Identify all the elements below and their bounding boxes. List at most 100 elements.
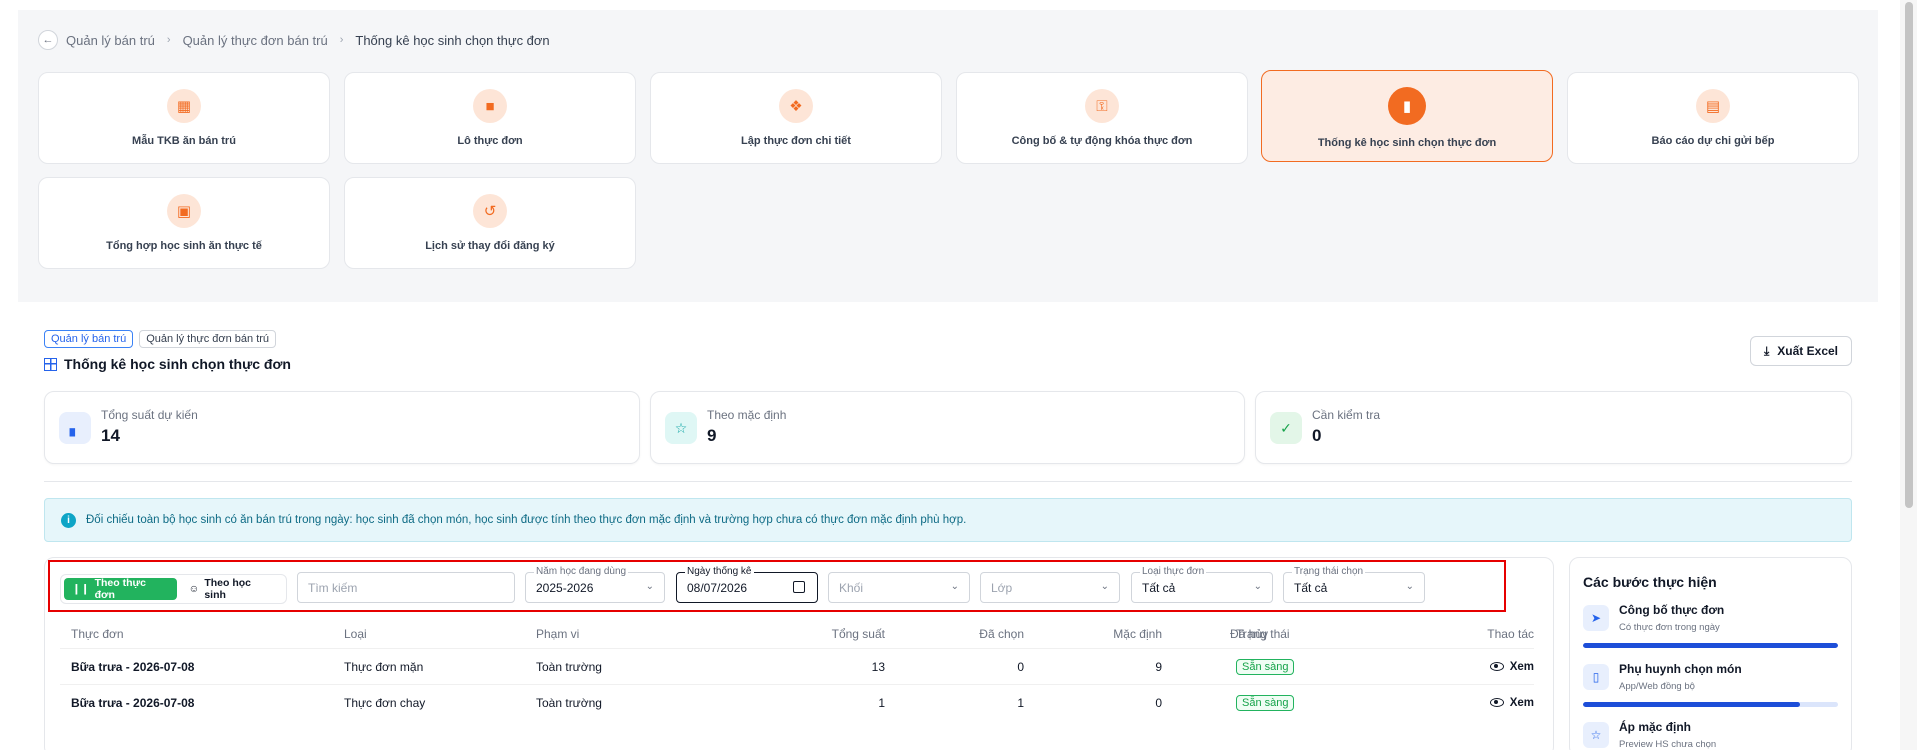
cell-default: 9 [1155, 659, 1162, 674]
cell-total: 13 [871, 659, 885, 674]
breadcrumb-item-1[interactable]: Quản lý bán trú [66, 33, 155, 48]
stat-label: Tổng suất dự kiến [101, 408, 198, 422]
star-icon: ☆ [1583, 722, 1609, 748]
menu-card-menu-batch[interactable]: ■ Lô thực đơn [344, 72, 636, 164]
table-icon [44, 357, 57, 371]
menu-card-label: Thống kê học sinh chọn thực đơn [1317, 137, 1497, 149]
chart-icon: ▮ [1388, 87, 1426, 125]
school-year-select[interactable]: Năm học đang dùng 2025-2026 ⌄ [525, 566, 665, 603]
chevron-down-icon: ⌄ [1100, 581, 1109, 592]
cell-menu: Bữa trưa - 2026-07-08 [71, 695, 195, 710]
phone-icon: ▯ [1583, 664, 1609, 690]
cell-menu: Bữa trưa - 2026-07-08 [71, 659, 195, 674]
calendar-icon[interactable] [793, 581, 805, 593]
menu-card-change-history[interactable]: ↺ Lịch sử thay đổi đăng ký [344, 177, 636, 269]
tag-submodule[interactable]: Quản lý thực đơn bán trú [139, 330, 277, 348]
page-scrollbar[interactable] [1900, 0, 1917, 750]
menu-card-menu-detail[interactable]: ❖ Lập thực đơn chi tiết [650, 72, 942, 164]
table-row: Bữa trưa - 2026-07-08 Thực đơn mặn Toàn … [60, 648, 1534, 684]
export-excel-label: Xuất Excel [1777, 344, 1838, 358]
step-title: Công bố thực đơn [1619, 603, 1725, 617]
step-subtitle: Preview HS chưa chọn [1619, 739, 1717, 750]
step-progress-fill [1583, 702, 1800, 707]
stat-card-default: ☆ Theo mặc định 9 [650, 391, 1245, 464]
menu-type-value: Tất cả [1142, 580, 1176, 595]
school-year-label: Năm học đang dùng [534, 566, 629, 577]
school-year-value: 2025-2026 [536, 580, 594, 595]
view-button[interactable]: Xem [1489, 660, 1534, 673]
step-publish-menu: ➤ Công bố thực đơn Có thực đơn trong ngà… [1583, 603, 1838, 651]
table-header: Thực đơn Loại Phạm vi Tổng suất Đã chọn … [60, 620, 1534, 648]
cell-total: 1 [878, 695, 885, 710]
menu-card-kitchen-report[interactable]: ▤ Báo cáo dự chi gửi bếp [1567, 72, 1859, 164]
menu-card-actual-meals[interactable]: ▣ Tổng hợp học sinh ăn thực tế [38, 177, 330, 269]
view-button-label: Xem [1509, 660, 1534, 673]
eye-icon [1489, 698, 1504, 707]
table-row: Bữa trưa - 2026-07-08 Thực đơn chay Toàn… [60, 684, 1534, 720]
chevron-down-icon: ⌄ [1253, 581, 1262, 592]
menu-card-label: Lịch sử thay đổi đăng ký [425, 240, 555, 252]
stat-date-label: Ngày thống kê [685, 566, 754, 577]
selection-status-select[interactable]: Trạng thái chọn Tất cả ⌄ [1283, 566, 1425, 603]
class-select[interactable]: Lớp ⌄ [980, 572, 1120, 603]
stat-value: 0 [1312, 426, 1322, 445]
user-icon: ☺ [188, 583, 200, 595]
chart-bar-icon: ▖ [59, 412, 91, 444]
status-badge: Sẵn sàng [1236, 694, 1295, 711]
eye-icon [1489, 662, 1504, 671]
back-arrow-icon[interactable]: ← [38, 30, 58, 50]
export-excel-button[interactable]: ⤓ Xuất Excel [1750, 336, 1852, 366]
col-total: Tổng suất [831, 627, 885, 641]
history-icon: ↺ [473, 194, 507, 228]
utensils-icon: ❙❙ [72, 583, 90, 595]
step-title: Áp mặc định [1619, 720, 1692, 734]
cell-type: Thực đơn mặn [344, 659, 424, 674]
search-placeholder: Tìm kiếm [308, 580, 358, 595]
steps-title: Các bước thực hiện [1583, 574, 1717, 590]
divider [44, 481, 1852, 482]
box-icon: ■ [473, 89, 507, 123]
breadcrumb: ← Quản lý bán trú › Quản lý thực đơn bán… [38, 30, 550, 50]
menu-card-meal-schedule[interactable]: ▦ Mẫu TKB ăn bán trú [38, 72, 330, 164]
toggle-by-student-label: Theo học sinh [204, 577, 252, 601]
info-icon: i [61, 512, 76, 528]
view-mode-toggle: ❙❙ Theo thực đơn ☺ Theo học sinh [60, 574, 287, 604]
menu-card-label: Tổng hợp học sinh ăn thực tế [106, 240, 262, 252]
menu-type-select[interactable]: Loại thực đơn Tất cả ⌄ [1131, 566, 1273, 603]
chevron-down-icon: ⌄ [1405, 581, 1414, 592]
col-status: Trạng thái [1236, 627, 1290, 641]
chevron-down-icon: ⌄ [645, 581, 654, 592]
download-icon: ⤓ [1763, 343, 1770, 358]
toggle-by-student-button[interactable]: ☺ Theo học sinh [181, 577, 283, 601]
menu-card-label: Báo cáo dự chi gửi bếp [1651, 135, 1775, 147]
menu-stats-table: Thực đơn Loại Phạm vi Tổng suất Đã chọn … [60, 620, 1534, 720]
chevron-right-icon: › [339, 34, 344, 46]
search-input[interactable]: Tìm kiếm [297, 572, 515, 603]
cell-default: 0 [1155, 695, 1162, 710]
stat-label: Theo mặc định [707, 408, 787, 422]
class-placeholder: Lớp [991, 580, 1013, 595]
col-action: Thao tác [1487, 627, 1534, 641]
top-panel: ← Quản lý bán trú › Quản lý thực đơn bán… [18, 10, 1878, 302]
tag-module[interactable]: Quản lý bán trú [44, 330, 134, 348]
scrollbar-thumb[interactable] [1905, 2, 1913, 508]
toggle-by-menu-button[interactable]: ❙❙ Theo thực đơn [64, 577, 177, 601]
col-menu: Thực đơn [71, 627, 124, 641]
step-progress-fill [1583, 643, 1838, 648]
cell-scope: Toàn trường [536, 695, 602, 710]
menu-card-publish-lock[interactable]: ⚿ Công bố & tự động khóa thực đơn [956, 72, 1248, 164]
grade-select[interactable]: Khối ⌄ [828, 572, 970, 603]
stat-card-total: ▖ Tổng suất dự kiến 14 [44, 391, 640, 464]
step-subtitle: Có thực đơn trong ngày [1619, 622, 1720, 633]
calendar-icon: ▦ [167, 89, 201, 123]
menu-card-student-stats[interactable]: ▮ Thống kê học sinh chọn thực đơn [1261, 70, 1553, 162]
breadcrumb-item-2[interactable]: Quản lý thực đơn bán trú [183, 33, 328, 48]
toggle-by-menu-label: Theo thực đơn [94, 577, 146, 601]
col-scope: Phạm vi [536, 627, 580, 641]
step-subtitle: App/Web đồng bộ [1619, 681, 1695, 692]
col-default: Mặc định [1113, 627, 1162, 641]
col-type: Loại [344, 627, 367, 641]
view-button[interactable]: Xem [1489, 697, 1534, 709]
stat-date-input[interactable]: Ngày thống kê 08/07/2026 [676, 566, 818, 603]
info-banner-text: Đối chiếu toàn bộ học sinh có ăn bán trú… [86, 514, 967, 526]
